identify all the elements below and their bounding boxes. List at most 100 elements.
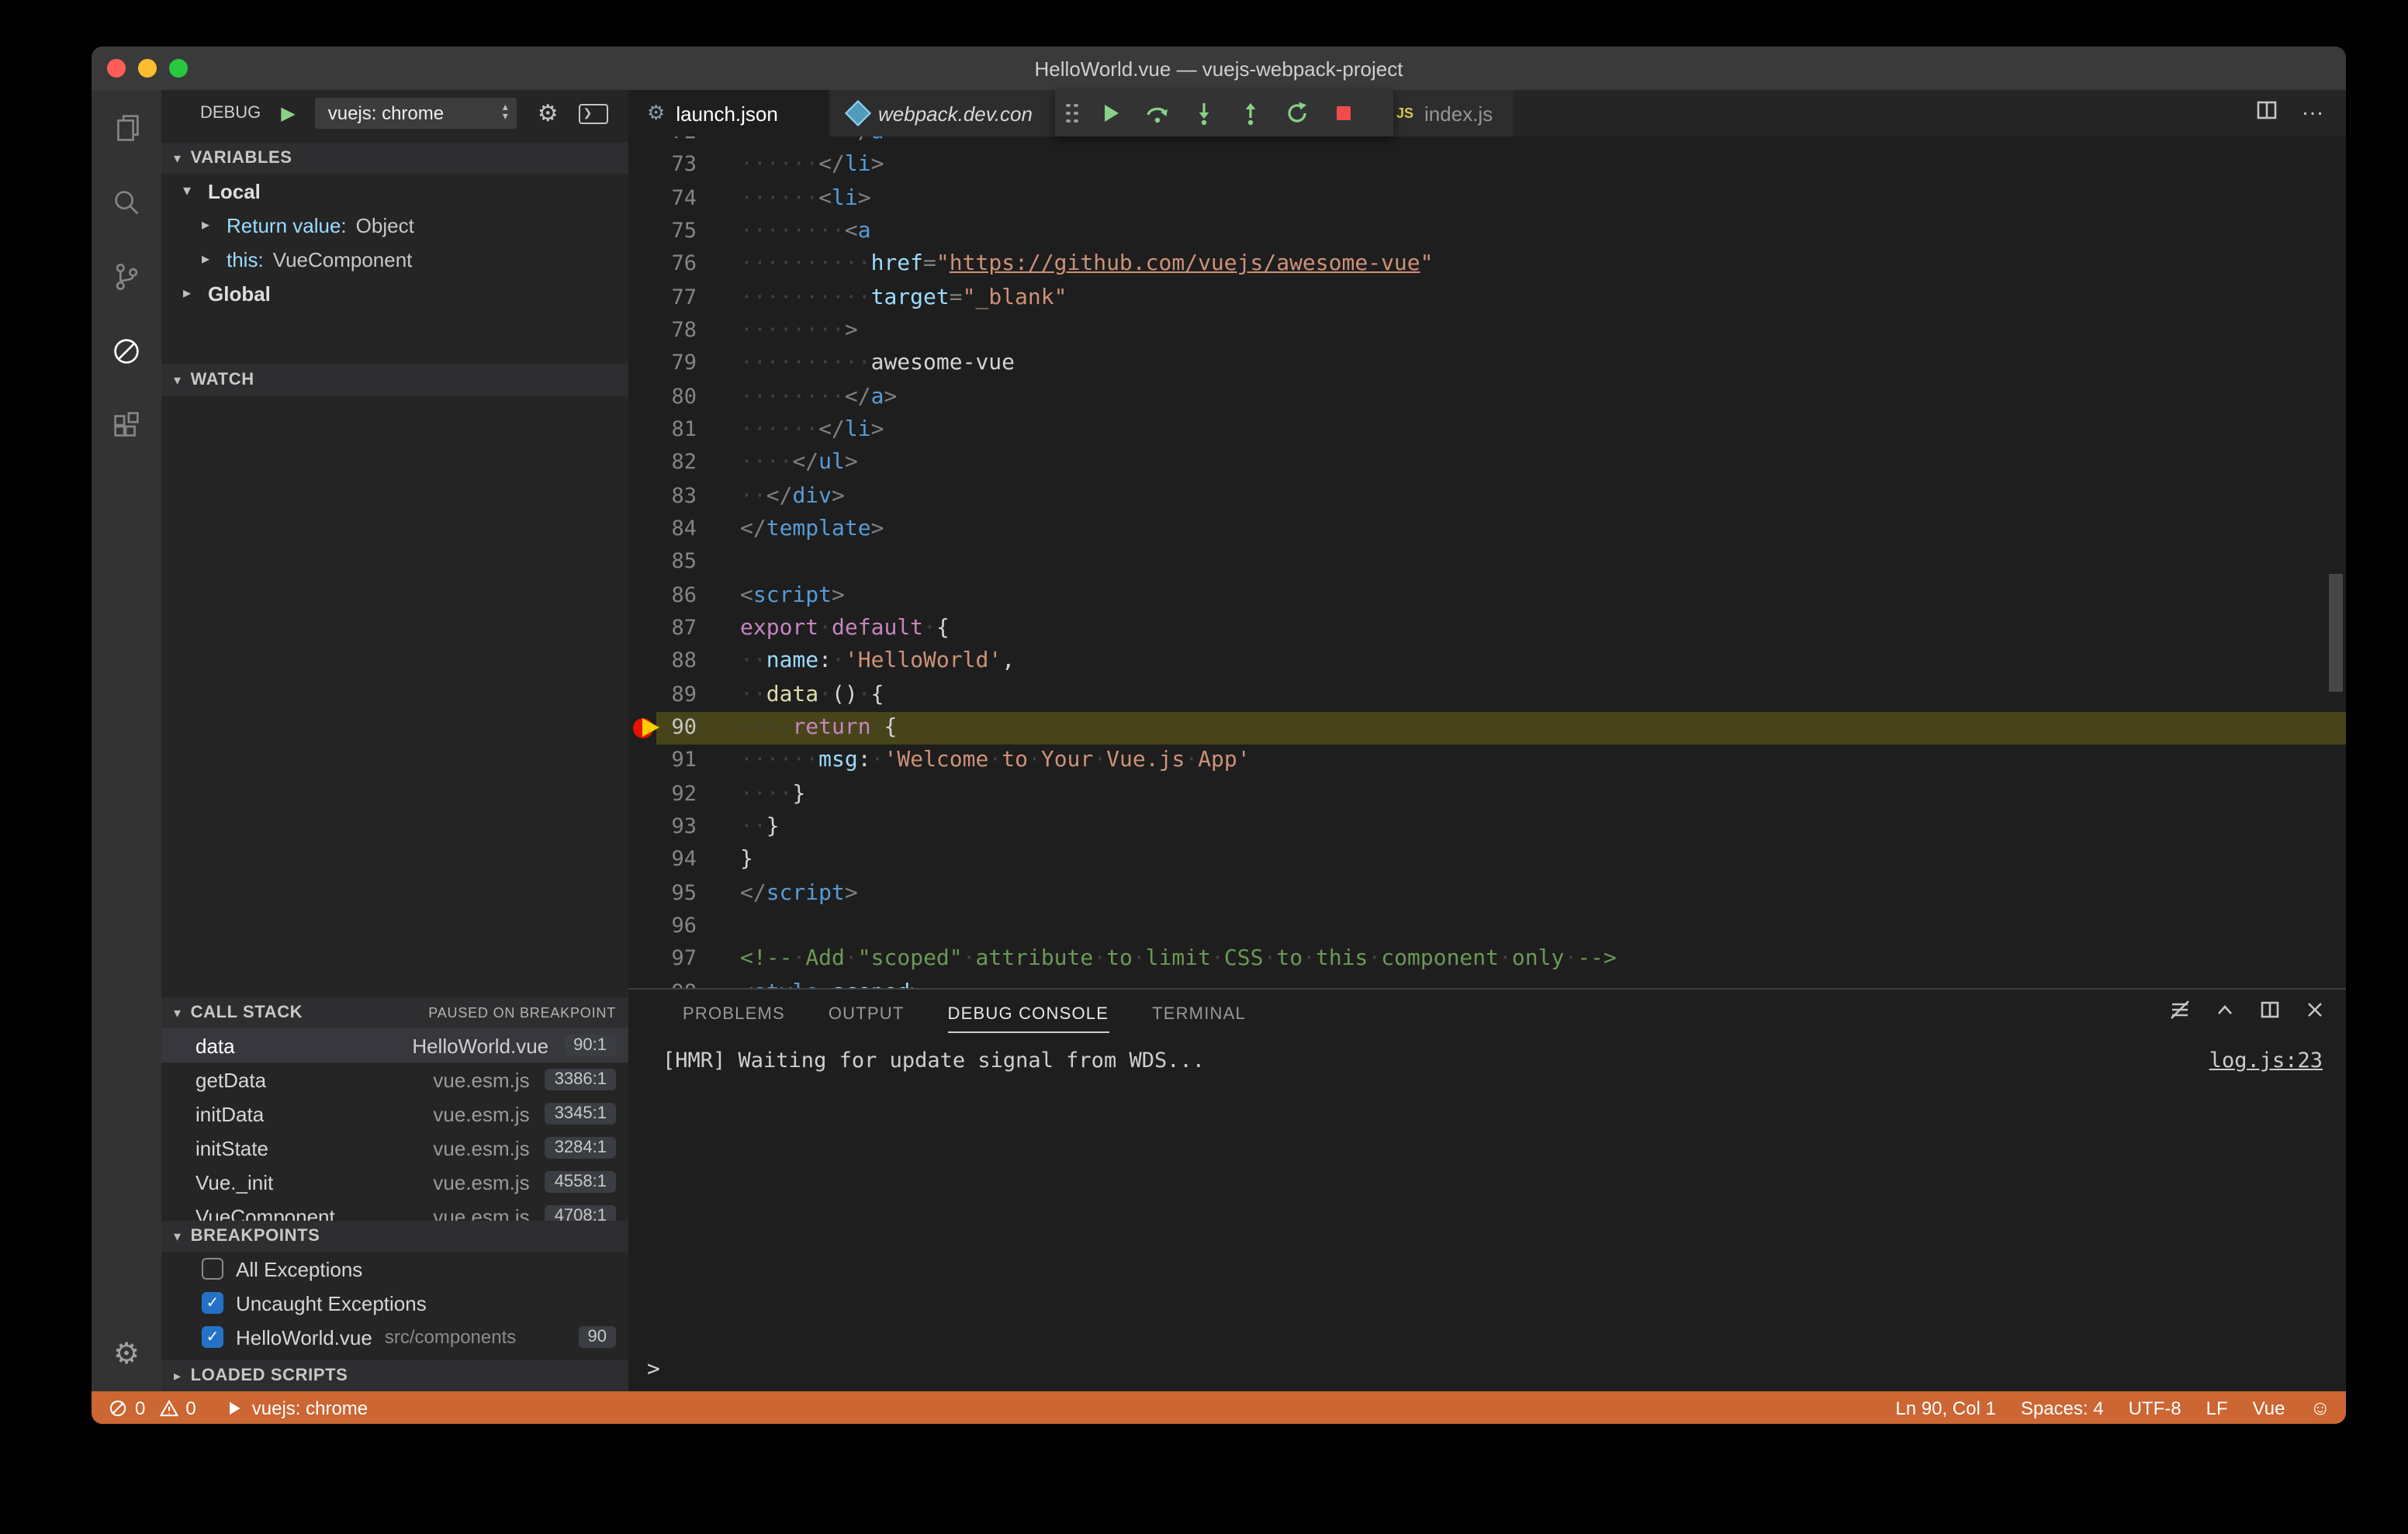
code-text[interactable]: ········<a (740, 216, 2346, 249)
breakpoint-row[interactable]: ✓Uncaught Exceptions (161, 1286, 628, 1320)
step-into-button[interactable] (1181, 92, 1227, 135)
zoom-window-button[interactable] (169, 59, 188, 78)
call-stack-frame[interactable]: getDatavue.esm.js3386:1 (161, 1062, 628, 1097)
code-editor[interactable]: 72········</a>73······</li>74······<li>7… (628, 136, 2346, 988)
explorer-icon[interactable] (92, 90, 161, 164)
code-text[interactable]: <!--·Add·"scoped"·attribute·to·limit·CSS… (740, 944, 2346, 977)
status-language[interactable]: Vue (2253, 1397, 2285, 1418)
variable-row[interactable]: ▸Return value:Object (161, 208, 628, 242)
problems-status[interactable]: 0 0 (107, 1397, 196, 1418)
variable-row[interactable]: ▸this:VueComponent (161, 242, 628, 276)
code-text[interactable]: ··</div> (740, 480, 2346, 513)
call-stack-section-header[interactable]: ▾ CALL STACK PAUSED ON BREAKPOINT (161, 997, 628, 1028)
source-control-icon[interactable] (92, 239, 161, 313)
panel-tab-debug-console[interactable]: DEBUG CONSOLE (948, 993, 1109, 1032)
code-text[interactable]: ····} (740, 778, 2346, 811)
breakpoint-row[interactable]: All Exceptions (161, 1252, 628, 1286)
line-number[interactable]: 79 (628, 348, 697, 382)
line-number[interactable]: 76 (628, 249, 697, 282)
debug-console-icon[interactable]: ❯ (579, 103, 608, 123)
line-number[interactable]: 81 (628, 414, 697, 447)
more-actions-icon[interactable]: … (2301, 94, 2324, 120)
line-number[interactable]: 73 (628, 150, 697, 183)
loaded-scripts-section-header[interactable]: ▸ LOADED SCRIPTS (161, 1360, 628, 1391)
console-source-link[interactable]: log.js:23 (2209, 1049, 2323, 1073)
code-text[interactable]: ··} (740, 811, 2346, 845)
call-stack-frame[interactable]: VueComponentvue.esm.js4708:1 (161, 1199, 628, 1221)
tab-index-js[interactable]: JSindex.js (1378, 90, 1514, 136)
line-number[interactable]: 93 (628, 811, 697, 845)
code-text[interactable]: ··········href="https://github.com/vuejs… (740, 249, 2346, 282)
line-number[interactable]: 98 (628, 976, 697, 988)
line-number[interactable]: 96 (628, 910, 697, 944)
close-window-button[interactable] (107, 59, 126, 78)
stop-button[interactable] (1320, 92, 1367, 135)
continue-button[interactable] (1088, 92, 1134, 135)
line-number[interactable]: 85 (628, 547, 697, 580)
search-icon[interactable] (92, 164, 161, 239)
breakpoint-checkbox[interactable]: ✓ (202, 1326, 223, 1348)
console-input-prompt[interactable]: > (647, 1357, 660, 1382)
feedback-smiley-icon[interactable]: ☺ (2309, 1396, 2330, 1419)
line-number[interactable]: 89 (628, 679, 697, 712)
toolbar-drag-handle[interactable] (1066, 103, 1078, 123)
breakpoint-checkbox[interactable] (202, 1258, 223, 1280)
code-text[interactable]: } (740, 845, 2346, 878)
call-stack-frame[interactable]: dataHelloWorld.vue90:1 (161, 1028, 628, 1062)
code-text[interactable]: ····</ul> (740, 447, 2346, 481)
chevron-down-icon[interactable]: ▾ (183, 182, 199, 199)
code-text[interactable]: ··········awesome-vue (740, 348, 2346, 382)
line-number[interactable]: 95 (628, 877, 697, 910)
line-number[interactable]: 74 (628, 182, 697, 216)
code-text[interactable]: ······</li> (740, 150, 2346, 183)
status-indentation[interactable]: Spaces: 4 (2021, 1397, 2104, 1418)
line-number[interactable]: 91 (628, 745, 697, 779)
step-over-button[interactable] (1134, 92, 1181, 135)
status-line-col[interactable]: Ln 90, Col 1 (1895, 1397, 1995, 1418)
line-number[interactable]: 88 (628, 646, 697, 679)
close-panel-icon[interactable] (2302, 997, 2327, 1029)
split-panel-icon[interactable] (2258, 997, 2282, 1029)
restart-button[interactable] (1274, 92, 1320, 135)
extensions-icon[interactable] (92, 388, 161, 462)
call-stack-frame[interactable]: Vue._initvue.esm.js4558:1 (161, 1165, 628, 1199)
line-number[interactable]: 77 (628, 282, 697, 315)
line-number[interactable]: 90 (628, 712, 697, 745)
line-number[interactable]: 82 (628, 447, 697, 481)
line-number[interactable]: 92 (628, 778, 697, 811)
panel-tab-problems[interactable]: PROBLEMS (683, 993, 785, 1032)
code-text[interactable]: </template> (740, 513, 2346, 547)
panel-tab-terminal[interactable]: TERMINAL (1152, 993, 1246, 1032)
line-number[interactable]: 84 (628, 513, 697, 547)
variables-section-header[interactable]: ▾ VARIABLES (161, 143, 628, 174)
editor-scrollbar[interactable] (2329, 574, 2343, 692)
maximize-panel-icon[interactable] (2213, 997, 2237, 1029)
debug-config-status[interactable]: vuejs: chrome (226, 1397, 368, 1418)
code-text[interactable]: ····return·{ (740, 712, 2346, 745)
line-number[interactable]: 86 (628, 579, 697, 613)
debug-config-dropdown[interactable]: vuejs: chrome ▴▾ (316, 98, 517, 129)
chevron-right-icon[interactable]: ▸ (202, 216, 217, 233)
code-text[interactable]: ······</li> (740, 414, 2346, 447)
call-stack-frame[interactable]: initDatavue.esm.js3345:1 (161, 1097, 628, 1131)
step-out-button[interactable] (1227, 92, 1274, 135)
scope-row[interactable]: ▾Local (161, 174, 628, 208)
line-number[interactable]: 78 (628, 315, 697, 348)
code-text[interactable]: export·default·{ (740, 613, 2346, 646)
watch-section-header[interactable]: ▾ WATCH (161, 364, 628, 396)
split-editor-icon[interactable] (2254, 97, 2279, 130)
code-text[interactable]: ········</a> (740, 381, 2346, 414)
line-number[interactable]: 97 (628, 944, 697, 977)
code-text[interactable]: ········</a> (740, 136, 2346, 150)
scope-row[interactable]: ▸Global (161, 276, 628, 310)
line-number[interactable]: 94 (628, 845, 697, 878)
code-text[interactable]: ······<li> (740, 182, 2346, 216)
configure-gear-icon[interactable]: ⚙ (538, 99, 559, 127)
line-number[interactable]: 75 (628, 216, 697, 249)
code-text[interactable]: ··data·()·{ (740, 679, 2346, 712)
line-number[interactable]: 80 (628, 381, 697, 414)
panel-tab-output[interactable]: OUTPUT (829, 993, 905, 1032)
line-number[interactable]: 83 (628, 480, 697, 513)
clear-console-icon[interactable] (2168, 997, 2192, 1029)
code-text[interactable]: <script> (740, 579, 2346, 613)
